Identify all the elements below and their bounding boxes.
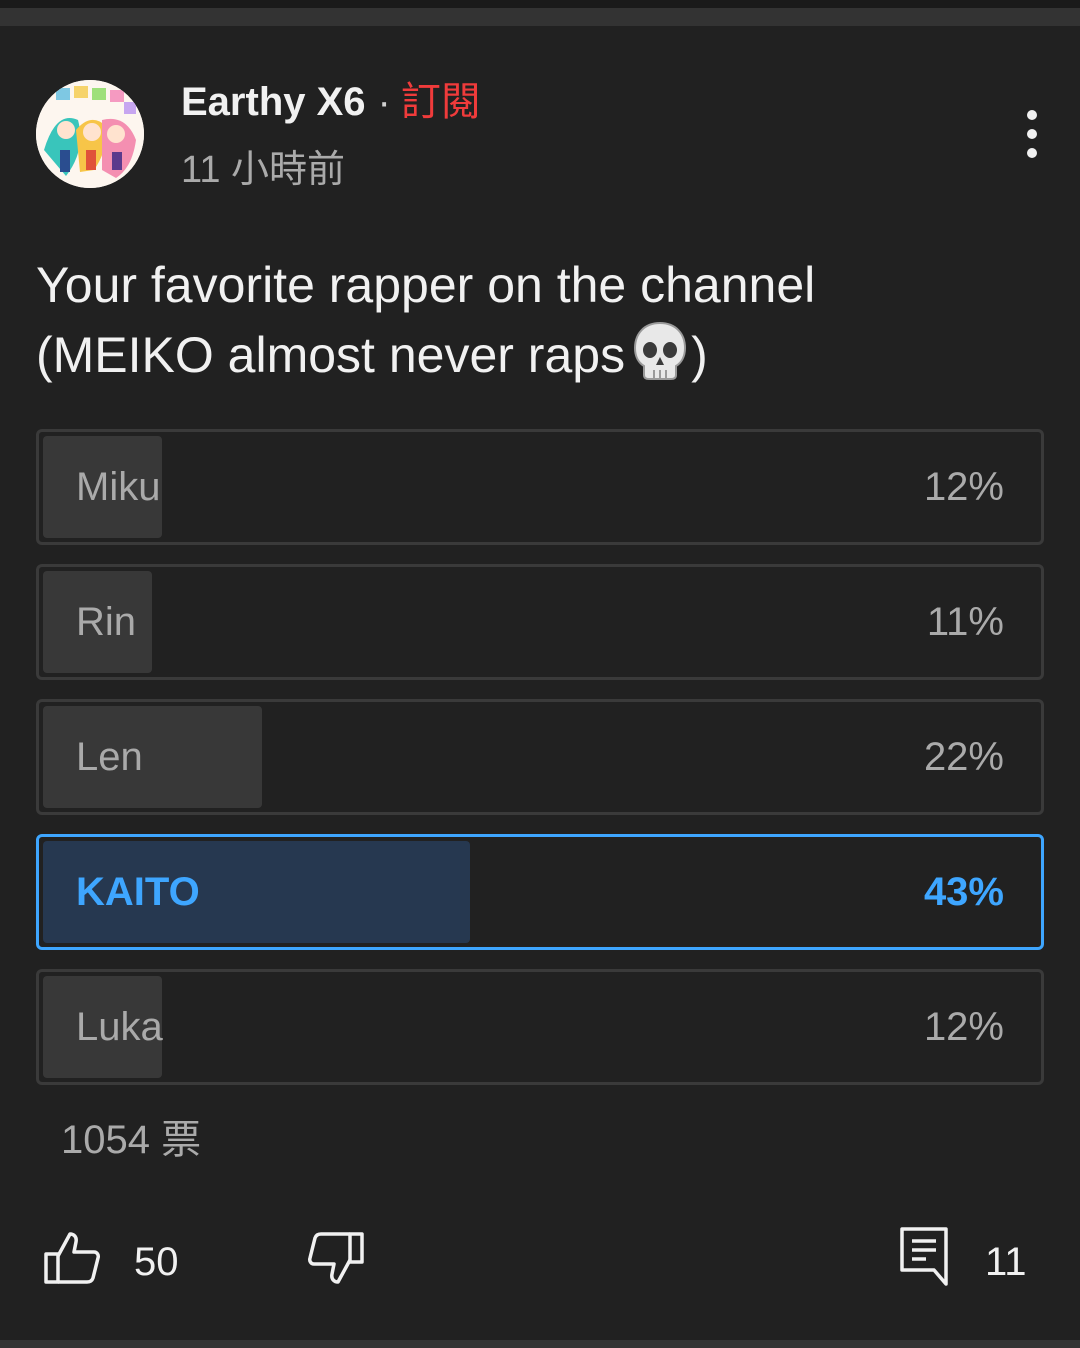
poll-option[interactable]: Miku 12% (36, 429, 1044, 545)
post-text-line-2-end: ) (691, 327, 708, 383)
poll-option[interactable]: Rin 11% (36, 564, 1044, 680)
channel-avatar[interactable] (36, 80, 144, 188)
poll-option-percent: 43% (923, 870, 1004, 914)
post-text-line-2: (MEIKO almost never raps ) (36, 320, 1036, 390)
poll-option-percent: 22% (923, 735, 1004, 779)
poll-option-label: Len (76, 735, 143, 779)
top-separator (0, 8, 1080, 26)
subscribe-button[interactable]: 訂閱 (401, 80, 481, 124)
status-strip (0, 0, 1080, 8)
post-text-line-1: Your favorite rapper on the channel (36, 257, 816, 313)
poll-option-label: Luka (76, 1005, 163, 1049)
post-text: Your favorite rapper on the channel (MEI… (36, 250, 1036, 390)
skull-emoji-icon (631, 320, 689, 382)
bottom-separator (0, 1340, 1080, 1348)
comment-icon[interactable] (896, 1224, 952, 1288)
poll-option-label: KAITO (76, 870, 200, 914)
poll-option[interactable]: Len 22% (36, 699, 1044, 815)
author-name[interactable]: Earthy X6 (181, 80, 366, 124)
poll-option-percent: 11% (926, 600, 1004, 644)
thumbs-down-icon[interactable] (306, 1228, 366, 1288)
author-line: Earthy X6 · 訂閱 (181, 76, 481, 128)
poll-option-percent: 12% (923, 1005, 1004, 1049)
author-separator: · (377, 80, 391, 124)
like-count: 50 (134, 1240, 179, 1284)
vote-count: 1054 票 (61, 1118, 202, 1162)
poll-option[interactable]: KAITO 43% (36, 834, 1044, 950)
post-time: 11 小時前 (181, 149, 346, 191)
poll-option-percent: 12% (923, 465, 1004, 509)
poll-option-label: Miku (76, 465, 161, 509)
more-vert-icon[interactable] (1010, 108, 1054, 160)
post-text-line-2-start: (MEIKO almost never raps (36, 327, 626, 383)
thumbs-up-icon[interactable] (42, 1228, 102, 1288)
comment-count: 11 (985, 1240, 1027, 1284)
poll: Miku 12% Rin 11% Len 22% KAITO 43% Luka … (36, 429, 1044, 1104)
poll-option[interactable]: Luka 12% (36, 969, 1044, 1085)
poll-option-label: Rin (76, 600, 137, 644)
